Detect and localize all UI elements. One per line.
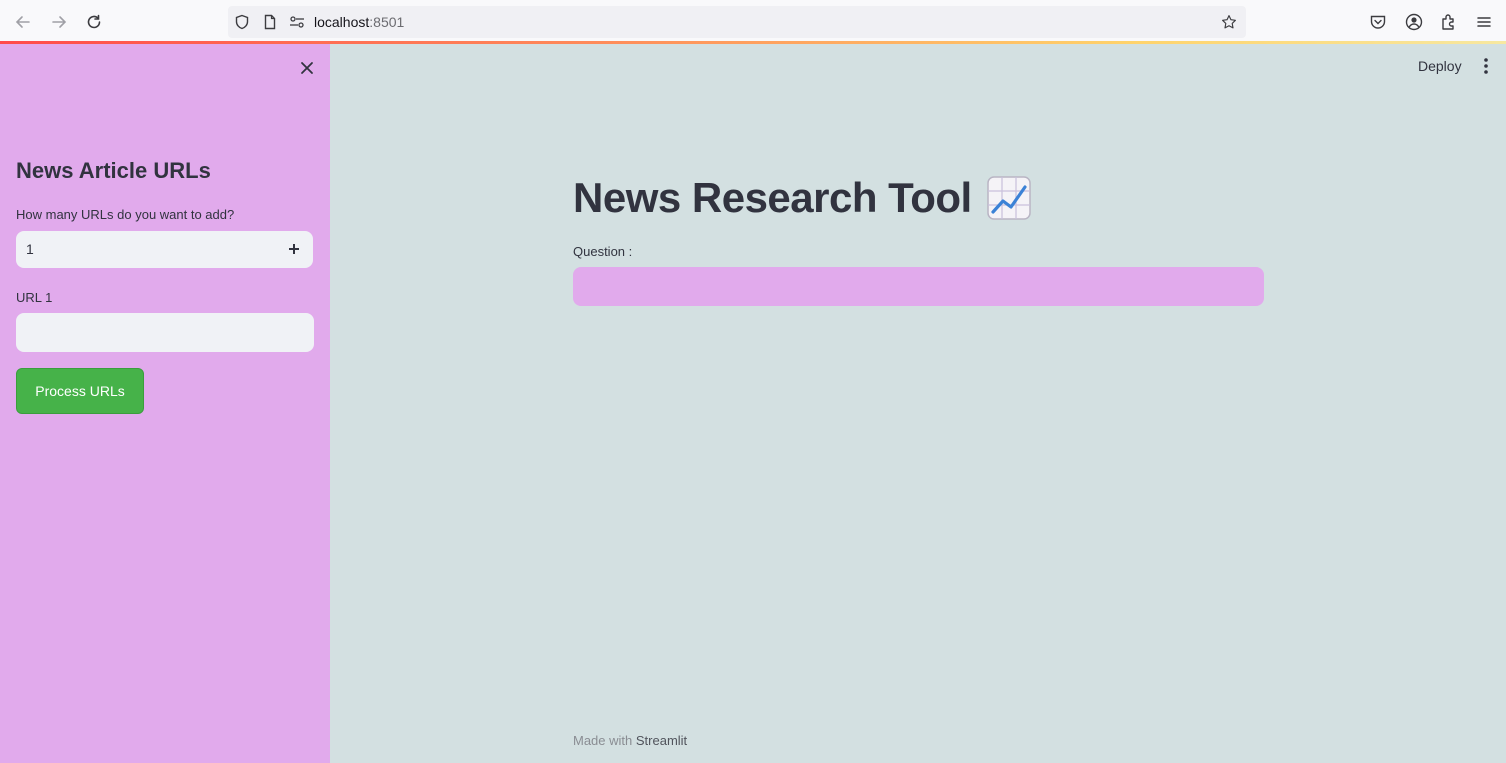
url-1-label: URL 1 xyxy=(16,290,53,305)
deploy-button[interactable]: Deploy xyxy=(1418,58,1462,74)
footer-prefix: Made with xyxy=(573,733,636,748)
page-title-text: News Research Tool xyxy=(573,174,972,221)
page-icon[interactable] xyxy=(262,14,278,30)
back-arrow-icon[interactable] xyxy=(12,11,34,33)
bookmark-star-icon[interactable] xyxy=(1221,14,1237,30)
main-menu-icon[interactable] xyxy=(1478,56,1494,76)
url-host: localhost xyxy=(314,14,370,30)
forward-arrow-icon[interactable] xyxy=(48,11,70,33)
extensions-icon[interactable] xyxy=(1439,12,1459,32)
url-text[interactable]: localhost:8501 xyxy=(314,14,404,30)
reload-icon[interactable] xyxy=(83,11,105,33)
close-sidebar-icon[interactable] xyxy=(296,57,318,79)
permissions-icon[interactable] xyxy=(289,14,305,30)
pocket-icon[interactable] xyxy=(1368,12,1388,32)
shield-icon[interactable] xyxy=(234,14,250,30)
menu-icon[interactable] xyxy=(1474,12,1494,32)
url-count-input[interactable]: 1 xyxy=(16,231,313,268)
account-icon[interactable] xyxy=(1404,12,1424,32)
browser-toolbar: localhost:8501 xyxy=(0,0,1506,43)
increment-plus-icon[interactable] xyxy=(283,238,305,260)
url-port: :8501 xyxy=(369,14,405,30)
sidebar: News Article URLs How many URLs do you w… xyxy=(0,44,330,763)
question-input[interactable] xyxy=(573,267,1264,306)
footer: Made with Streamlit xyxy=(573,733,687,748)
sidebar-title: News Article URLs xyxy=(16,158,211,183)
url-count-label: How many URLs do you want to add? xyxy=(16,207,235,222)
url-1-input[interactable] xyxy=(16,313,314,352)
page-title: News Research Tool xyxy=(573,174,1032,222)
streamlit-link[interactable]: Streamlit xyxy=(636,733,687,748)
main-content: Deploy News Research Tool Question : Mad… xyxy=(330,44,1506,763)
process-urls-button[interactable]: Process URLs xyxy=(16,368,144,414)
chart-increasing-icon xyxy=(986,175,1032,221)
address-bar[interactable]: localhost:8501 xyxy=(228,6,1246,38)
question-label: Question : xyxy=(573,244,633,259)
url-count-value[interactable]: 1 xyxy=(26,241,34,257)
